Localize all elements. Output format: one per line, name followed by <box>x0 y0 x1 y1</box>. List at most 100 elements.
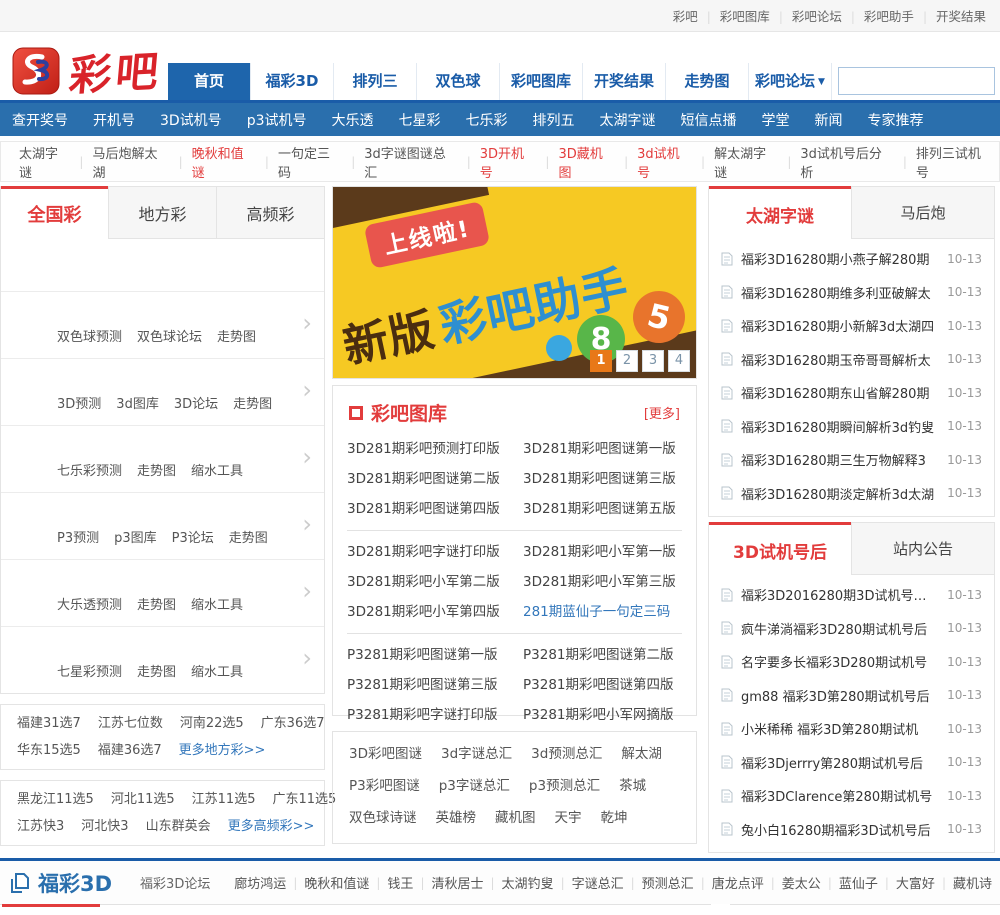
topbar-link[interactable]: 开奖结果 <box>936 9 986 24</box>
footer-link[interactable]: 预测总汇 <box>642 873 694 892</box>
quick-block-link[interactable]: 河北快3 <box>81 813 128 840</box>
lottery-row-link[interactable]: 走势图 <box>137 594 176 613</box>
tuku-item[interactable]: 3D281期彩吧图谜第五版 <box>523 494 682 524</box>
center-link[interactable]: 3D彩吧图谜 <box>349 738 422 770</box>
tuku-item[interactable]: 3D281期彩吧字谜打印版 <box>347 537 523 567</box>
center-link[interactable]: P3彩吧图谜 <box>349 770 420 802</box>
list-item-title[interactable]: 福彩3D16280期小燕子解280期 <box>741 249 939 268</box>
lottery-row-link[interactable]: 七星彩预测 <box>57 661 122 680</box>
tuku-item[interactable]: P3281期彩吧字谜打印版 <box>347 700 523 730</box>
center-link[interactable]: 解太湖 <box>621 738 662 770</box>
list-item-title[interactable]: 福彩3D16280期淡定解析3d太湖 <box>741 484 939 503</box>
list-item[interactable]: 福彩3D16280期玉帝哥哥解析太10-13 <box>721 343 982 377</box>
list-item-title[interactable]: 福彩3D16280期瞬间解析3d钓叟 <box>741 417 939 436</box>
subnav-link[interactable]: p3试机号 <box>247 110 307 130</box>
center-link[interactable]: 天宇 <box>555 802 582 834</box>
quick-block-link[interactable]: 河南22选5 <box>180 710 244 737</box>
nav-tab[interactable]: 排列三 <box>333 63 416 100</box>
tuku-item[interactable]: 3D281期彩吧小军第四版 <box>347 597 523 627</box>
nav-tab[interactable]: 彩吧图库 <box>499 63 582 100</box>
right-box-tab[interactable]: 太湖字谜 <box>709 186 851 239</box>
subnav-link[interactable]: 短信点播 <box>680 110 736 130</box>
quick-link[interactable]: 3D开机号 <box>480 143 537 181</box>
quick-block-link[interactable]: 山东群英会 <box>146 813 211 840</box>
list-item[interactable]: 小米稀稀 福彩3D第280期试机10-13 <box>721 712 982 746</box>
tuku-item[interactable]: 3D281期彩吧图谜第二版 <box>347 464 523 494</box>
topbar-link[interactable]: 彩吧 <box>673 9 698 24</box>
lottery-row-link[interactable]: 七乐彩预测 <box>57 460 122 479</box>
quick-block-link[interactable]: 黑龙江11选5 <box>17 786 94 813</box>
subnav-link[interactable]: 七乐彩 <box>465 110 507 130</box>
footer-link[interactable]: 大富好 <box>896 873 935 892</box>
tuku-item[interactable]: P3281期彩吧小军网摘版 <box>523 700 682 730</box>
subnav-link[interactable]: 七星彩 <box>398 110 440 130</box>
list-item-title[interactable]: 福彩3Djerrry第280期试机号后 <box>741 753 939 772</box>
list-item[interactable]: 疯牛涕淌福彩3D280期试机号后10-13 <box>721 612 982 646</box>
list-item[interactable]: 福彩3D16280期淡定解析3d太湖10-13 <box>721 477 982 511</box>
topbar-link[interactable]: 彩吧图库 <box>720 9 770 24</box>
quick-block-link[interactable]: 河北11选5 <box>111 786 175 813</box>
lottery-row-link[interactable]: 缩水工具 <box>191 460 243 479</box>
subnav-link[interactable]: 开机号 <box>93 110 135 130</box>
quick-block-link[interactable]: 华东15选5 <box>17 737 81 764</box>
quick-block-link[interactable]: 江苏七位数 <box>98 710 163 737</box>
quick-link[interactable]: 3d字谜图谜总汇 <box>364 143 457 181</box>
center-link[interactable]: 3d预测总汇 <box>531 738 602 770</box>
banner-page-dot[interactable]: 1 <box>590 350 612 372</box>
quick-block-link[interactable]: 江苏快3 <box>17 813 64 840</box>
lottery-row-link[interactable]: P3论坛 <box>172 527 214 546</box>
lottery-row-link[interactable]: 3D预测 <box>57 393 101 412</box>
center-link[interactable]: p3预测总汇 <box>529 770 600 802</box>
list-item-title[interactable]: 福彩3D16280期三生万物解释3 <box>741 450 939 469</box>
subnav-link[interactable]: 学堂 <box>761 110 789 130</box>
more-link[interactable]: 更多地方彩>> <box>179 737 266 764</box>
search-input[interactable] <box>845 70 1000 92</box>
left-panel-tab[interactable]: 高频彩 <box>216 186 324 239</box>
list-item-title[interactable]: 小米稀稀 福彩3D第280期试机 <box>741 719 939 738</box>
subnav-link[interactable]: 排列五 <box>532 110 574 130</box>
tuku-item[interactable]: 3D281期彩吧小军第二版 <box>347 567 523 597</box>
footer-link[interactable]: 字谜总汇 <box>572 873 624 892</box>
list-item[interactable]: 福彩3DClarence第280期试机号10-13 <box>721 779 982 813</box>
topbar-link[interactable]: 彩吧助手 <box>864 9 914 24</box>
footer-link[interactable]: 太湖钓叟 <box>502 873 554 892</box>
list-item[interactable]: gm88 福彩3D第280期试机号后10-13 <box>721 679 982 713</box>
lottery-row-link[interactable]: 缩水工具 <box>191 661 243 680</box>
left-panel-tab[interactable]: 地方彩 <box>108 186 216 239</box>
quick-block-link[interactable]: 广东36选7 <box>261 710 325 737</box>
list-item[interactable]: 名字要多长福彩3D280期试机号10-13 <box>721 645 982 679</box>
list-item[interactable]: 福彩3D16280期小燕子解280期10-13 <box>721 242 982 276</box>
topbar-link[interactable]: 彩吧论坛 <box>792 9 842 24</box>
subnav-link[interactable]: 3D试机号 <box>160 110 222 130</box>
center-link[interactable]: p3字谜总汇 <box>439 770 510 802</box>
lottery-row-link[interactable]: P3预测 <box>57 527 99 546</box>
lottery-row-link[interactable]: p3图库 <box>114 527 157 546</box>
quick-link[interactable]: 解太湖字谜 <box>714 143 778 181</box>
list-item[interactable]: 福彩3Djerrry第280期试机号后10-13 <box>721 746 982 780</box>
subnav-link[interactable]: 专家推荐 <box>867 110 923 130</box>
lottery-row-link[interactable]: 走势图 <box>137 460 176 479</box>
quick-link[interactable]: 3D藏机图 <box>558 143 615 181</box>
right-box-tab[interactable]: 3D试机号后 <box>709 522 851 575</box>
lottery-row-link[interactable]: 走势图 <box>217 326 256 345</box>
lottery-row-link[interactable]: 双色球预测 <box>57 326 122 345</box>
quick-link[interactable]: 马后炮解太湖 <box>92 143 169 181</box>
lottery-row-link[interactable]: 缩水工具 <box>191 594 243 613</box>
lottery-row-link[interactable]: 走势图 <box>137 661 176 680</box>
footer-link[interactable]: 蓝仙子 <box>839 873 878 892</box>
footer-link[interactable]: 藏机诗 <box>953 873 992 892</box>
subnav-link[interactable]: 太湖字谜 <box>599 110 655 130</box>
left-panel-tab[interactable]: 全国彩 <box>1 186 108 239</box>
nav-tab[interactable]: 彩吧论坛▼ <box>748 63 832 100</box>
list-item-title[interactable]: 疯牛涕淌福彩3D280期试机号后 <box>741 619 939 638</box>
site-logo[interactable]: 彩吧 <box>12 40 162 101</box>
right-box-tab[interactable]: 站内公告 <box>851 522 994 575</box>
lottery-row-link[interactable]: 3d图库 <box>116 393 159 412</box>
lottery-row-link[interactable]: 走势图 <box>233 393 272 412</box>
tuku-item[interactable]: 3D281期彩吧预测打印版 <box>347 434 523 464</box>
footer-link[interactable]: 钱王 <box>387 873 413 892</box>
footer-link[interactable]: 廊坊鸿运 <box>234 873 286 892</box>
quick-block-link[interactable]: 江苏11选5 <box>192 786 256 813</box>
quick-block-link[interactable]: 福建36选7 <box>98 737 162 764</box>
list-item[interactable]: 兔小白16280期福彩3D试机号后10-13 <box>721 813 982 847</box>
